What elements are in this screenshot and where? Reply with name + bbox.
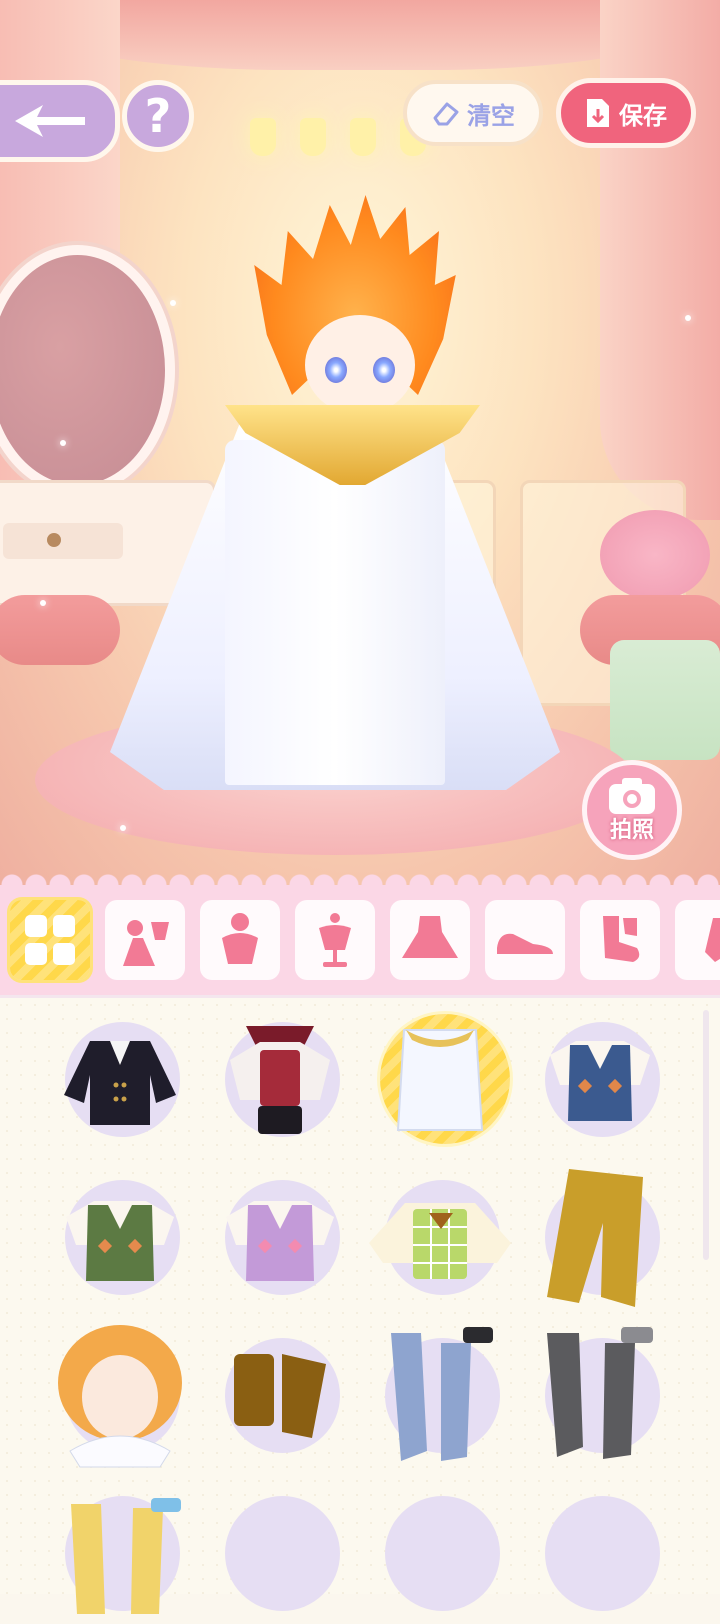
camera-icon: [609, 778, 655, 814]
item-white-robe[interactable]: [360, 1010, 520, 1150]
item-black-coat[interactable]: [40, 1010, 200, 1150]
mustard-pants-icon: [547, 1169, 643, 1307]
category-dress[interactable]: [390, 900, 470, 980]
character-face: [305, 315, 415, 415]
stool-left: [0, 595, 120, 665]
item-mustard-pants[interactable]: [520, 1168, 680, 1308]
category-socks[interactable]: [580, 900, 660, 980]
sparkle: [170, 300, 176, 306]
category-more[interactable]: [675, 900, 720, 980]
partial-icon: [705, 918, 720, 962]
item-blue-argyle-socks[interactable]: [360, 1326, 520, 1466]
vanity-mirror: [0, 245, 175, 495]
mannequin-icon: [319, 913, 351, 967]
item-blue-argyle-vest[interactable]: [520, 1010, 680, 1150]
plaid-vest-shirt-icon: [369, 1203, 511, 1279]
left-eye: [325, 357, 347, 383]
eraser-icon: [433, 102, 459, 126]
scrollbar[interactable]: [703, 1010, 709, 1260]
sparkle: [120, 825, 126, 831]
photo-button[interactable]: 拍照: [582, 760, 682, 860]
lace-trim: [0, 873, 720, 897]
save-file-icon: [587, 99, 609, 127]
help-icon: ?: [144, 89, 172, 143]
grid-icon: [25, 915, 75, 965]
item-brown-boots[interactable]: [200, 1326, 360, 1466]
dress-set-icon: [123, 920, 169, 966]
sparkle: [40, 600, 46, 606]
sock-icon: [603, 916, 640, 962]
category-accessory[interactable]: [295, 900, 375, 980]
photo-label: 拍照: [609, 818, 654, 843]
pillow: [600, 510, 710, 600]
item-yellow-argyle-socks[interactable]: [40, 1484, 200, 1624]
category-all[interactable]: [10, 900, 90, 980]
category-outfit-set[interactable]: [105, 900, 185, 980]
green-argyle-vest-icon: [66, 1201, 174, 1281]
item-plaid-vest-shirt[interactable]: [360, 1168, 520, 1308]
white-robe-icon: [396, 1029, 484, 1131]
clear-button[interactable]: 清空: [403, 80, 543, 146]
item-grid: [40, 1010, 680, 1624]
yellow-argyle-socks-icon: [71, 1498, 181, 1614]
brown-boots-icon: [234, 1354, 326, 1438]
vampire-outfit-icon: [230, 1026, 330, 1134]
blonde-hair-icon: [58, 1325, 182, 1468]
item-green-argyle-vest[interactable]: [40, 1168, 200, 1308]
blue-argyle-socks-icon: [391, 1327, 493, 1461]
category-top[interactable]: [200, 900, 280, 980]
item-blonde-hair[interactable]: [40, 1325, 200, 1468]
gray-argyle-socks-icon: [547, 1327, 653, 1459]
right-eye: [373, 357, 395, 383]
sparkle: [685, 315, 691, 321]
torso-icon: [222, 913, 258, 964]
dress-icon: [402, 916, 458, 958]
black-coat-icon: [64, 1041, 176, 1125]
gift-box: [610, 640, 720, 760]
character-robe: [225, 440, 445, 785]
shoe-icon: [497, 933, 553, 954]
item-15[interactable]: [360, 1484, 520, 1624]
item-purple-argyle-vest[interactable]: [200, 1168, 360, 1308]
save-label: 保存: [619, 101, 667, 130]
category-shoes[interactable]: [485, 900, 565, 980]
purple-argyle-vest-icon: [226, 1201, 334, 1281]
clear-label: 清空: [467, 101, 515, 130]
blue-argyle-vest-icon: [550, 1041, 650, 1121]
item-vampire-outfit[interactable]: [200, 1010, 360, 1150]
category-bar: [0, 873, 720, 995]
vanity-lights: [250, 118, 426, 156]
item-gray-argyle-socks[interactable]: [520, 1326, 680, 1466]
back-arrow-icon: [15, 105, 85, 137]
sparkle: [60, 440, 66, 446]
item-16[interactable]: [520, 1484, 680, 1624]
save-button[interactable]: 保存: [556, 78, 696, 148]
back-button[interactable]: [0, 80, 120, 162]
help-button[interactable]: ?: [122, 80, 194, 152]
item-14[interactable]: [200, 1484, 360, 1624]
